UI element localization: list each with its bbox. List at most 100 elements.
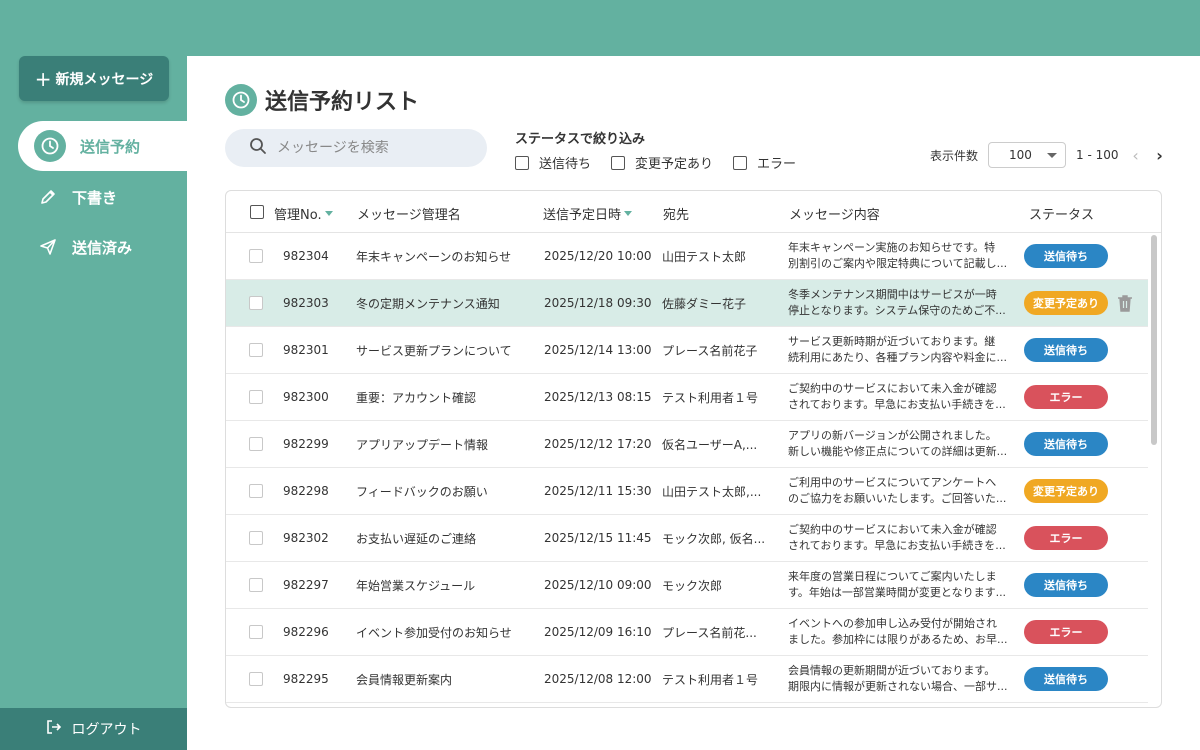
- header-to[interactable]: 宛先: [663, 204, 689, 223]
- filter-waiting[interactable]: 送信待ち: [515, 153, 591, 172]
- header-status[interactable]: ステータス: [1029, 204, 1094, 223]
- row-date: 2025/12/20 10:00: [544, 249, 652, 263]
- select-all-checkbox[interactable]: [250, 205, 264, 219]
- status-badge[interactable]: 送信待ち: [1024, 667, 1108, 691]
- table-row[interactable]: 982297 年始営業スケジュール 2025/12/10 09:00 モック次郎 来年度…: [226, 562, 1148, 609]
- clock-icon: [34, 130, 66, 162]
- row-checkbox[interactable]: [249, 233, 263, 279]
- status-badge[interactable]: エラー: [1024, 526, 1108, 550]
- row-id: 982302: [283, 531, 329, 545]
- filter-label: エラー: [757, 157, 797, 172]
- row-checkbox[interactable]: [249, 374, 263, 420]
- row-name: 重要：アカウント確認: [356, 390, 477, 405]
- row-id: 982301: [283, 343, 329, 357]
- header-label: メッセージ内容: [789, 208, 880, 223]
- sidebar: + 新規メッセージ 送信予約 下書き 送信済み ログアウト: [0, 0, 187, 750]
- status-badge[interactable]: 送信待ち: [1024, 573, 1108, 597]
- per-page-select[interactable]: 100: [988, 142, 1067, 168]
- row-recipient: 仮名ユーザーA,...: [662, 437, 758, 452]
- scrollbar[interactable]: [1151, 235, 1157, 445]
- checkbox[interactable]: [733, 155, 748, 170]
- status-badge[interactable]: 変更予定あり: [1024, 291, 1108, 315]
- row-checkbox[interactable]: [249, 656, 263, 702]
- table-row[interactable]: 982299 アプリアップデート情報 2025/12/12 17:20 仮名ユーザーA…: [226, 421, 1148, 468]
- table-row[interactable]: 982300 重要：アカウント確認 2025/12/13 08:15 テスト利用者１号…: [226, 374, 1148, 421]
- row-recipient: テスト利用者１号: [662, 390, 759, 405]
- new-message-label: 新規メッセージ: [55, 71, 154, 88]
- sidebar-item-label: 送信済み: [72, 238, 133, 257]
- row-content: ご契約中のサービスにおいて未入金が確認 されております。早急にお支払い手続きを..…: [788, 374, 1013, 420]
- row-content: 年末キャンペーン実施のお知らせです。特 別割引のご案内や限定特典について記載し..…: [788, 233, 1013, 279]
- header-id[interactable]: 管理No.: [274, 204, 333, 223]
- logout-button[interactable]: ログアウト: [0, 708, 187, 750]
- filter-error[interactable]: エラー: [733, 153, 796, 172]
- row-id: 982304: [283, 249, 329, 263]
- row-name: イベント参加受付のお知らせ: [356, 625, 512, 640]
- row-content: 来年度の営業日程についてご案内いたしま す。年始は一部営業時間が変更となります..…: [788, 562, 1013, 608]
- sidebar-item-drafts[interactable]: 下書き: [18, 172, 187, 222]
- row-checkbox[interactable]: [249, 280, 263, 326]
- row-checkbox[interactable]: [249, 515, 263, 561]
- table-header: 管理No. メッセージ管理名 送信予定日時 宛先 メッセージ内容 ステータス: [226, 191, 1161, 233]
- row-name: サービス更新プランについて: [356, 343, 512, 358]
- table-row[interactable]: 982301 サービス更新プランについて 2025/12/14 13:00 プレース名…: [226, 327, 1148, 374]
- status-badge[interactable]: 送信待ち: [1024, 244, 1108, 268]
- row-recipient: 山田テスト太郎,...: [662, 484, 762, 499]
- page-header: 送信予約リスト: [225, 84, 419, 116]
- new-message-button[interactable]: + 新規メッセージ: [19, 56, 169, 101]
- header-content[interactable]: メッセージ内容: [789, 204, 880, 223]
- search-input[interactable]: [277, 140, 467, 156]
- search-box[interactable]: [225, 129, 487, 167]
- row-name: フィードバックのお願い: [356, 484, 488, 499]
- row-content: イベントへの参加申し込み受付が開始され ました。参加枠には限りがあるため、お早..…: [788, 609, 1013, 655]
- row-status: 変更予定あり: [1024, 468, 1108, 514]
- row-recipient: プレース名前花...: [662, 625, 757, 640]
- status-badge[interactable]: エラー: [1024, 620, 1108, 644]
- header-label: ステータス: [1029, 208, 1095, 223]
- table-row[interactable]: 982302 お支払い遅延のご連絡 2025/12/15 11:45 モック次郎, 仮…: [226, 515, 1148, 562]
- header-date[interactable]: 送信予定日時: [543, 204, 633, 223]
- checkbox[interactable]: [611, 155, 626, 170]
- status-badge[interactable]: 送信待ち: [1024, 432, 1108, 456]
- chevron-right-icon[interactable]: ›: [1153, 146, 1167, 165]
- row-name: 年始営業スケジュール: [356, 578, 476, 593]
- filter-label: 変更予定あり: [635, 157, 714, 172]
- row-checkbox[interactable]: [249, 327, 263, 373]
- sidebar-item-scheduled[interactable]: 送信予約: [18, 121, 187, 171]
- row-id: 982296: [283, 625, 329, 639]
- chevron-left-icon[interactable]: ‹: [1129, 146, 1143, 165]
- row-content-line: 別割引のご案内や限定特典について記載し...: [788, 257, 1008, 270]
- status-badge[interactable]: 変更予定あり: [1024, 479, 1108, 503]
- row-checkbox[interactable]: [249, 468, 263, 514]
- table-row[interactable]: 982296 イベント参加受付のお知らせ 2025/12/09 16:10 プレース名…: [226, 609, 1148, 656]
- row-content: 冬季メンテナンス期間中はサービスが一時 停止となります。システム保守のためご不..…: [788, 280, 1013, 326]
- row-checkbox[interactable]: [249, 562, 263, 608]
- row-content-line: ご契約中のサービスにおいて未入金が確認: [788, 523, 997, 536]
- paper-plane-icon: [38, 237, 58, 257]
- sidebar-item-sent[interactable]: 送信済み: [18, 222, 187, 272]
- row-status: 変更予定あり: [1024, 280, 1108, 326]
- row-status: 送信待ち: [1024, 656, 1108, 702]
- filter-changed[interactable]: 変更予定あり: [611, 153, 713, 172]
- table-row[interactable]: 982295 会員情報更新案内 2025/12/08 12:00 テスト利用者１号 会員…: [226, 656, 1148, 703]
- status-badge[interactable]: エラー: [1024, 385, 1108, 409]
- trash-icon[interactable]: [1116, 293, 1134, 316]
- sort-icon: [624, 211, 633, 216]
- row-status: 送信待ち: [1024, 233, 1108, 279]
- table-row[interactable]: 982304 年末キャンペーンのお知らせ 2025/12/20 10:00 山田テスト…: [226, 233, 1148, 280]
- row-status: エラー: [1024, 374, 1108, 420]
- row-content: ご利用中のサービスについてアンケートへ のご協力をお願いいたします。ご回答いた..…: [788, 468, 1013, 514]
- checkbox[interactable]: [515, 155, 529, 170]
- row-checkbox[interactable]: [249, 609, 263, 655]
- row-status: 送信待ち: [1024, 327, 1108, 373]
- table-row[interactable]: 982303 冬の定期メンテナンス通知 2025/12/18 09:30 佐藤ダミー花…: [226, 280, 1148, 327]
- table-row[interactable]: 982298 フィードバックのお願い 2025/12/11 15:30 山田テスト太郎…: [226, 468, 1148, 515]
- status-badge[interactable]: 送信待ち: [1024, 338, 1108, 362]
- filter-title: ステータスで絞り込み: [515, 132, 646, 147]
- plus-icon: +: [34, 66, 52, 91]
- header-label: メッセージ管理名: [357, 208, 461, 223]
- search-icon: [249, 137, 267, 159]
- row-recipient: テスト利用者１号: [662, 672, 759, 687]
- header-name[interactable]: メッセージ管理名: [357, 204, 461, 223]
- row-checkbox[interactable]: [249, 421, 263, 467]
